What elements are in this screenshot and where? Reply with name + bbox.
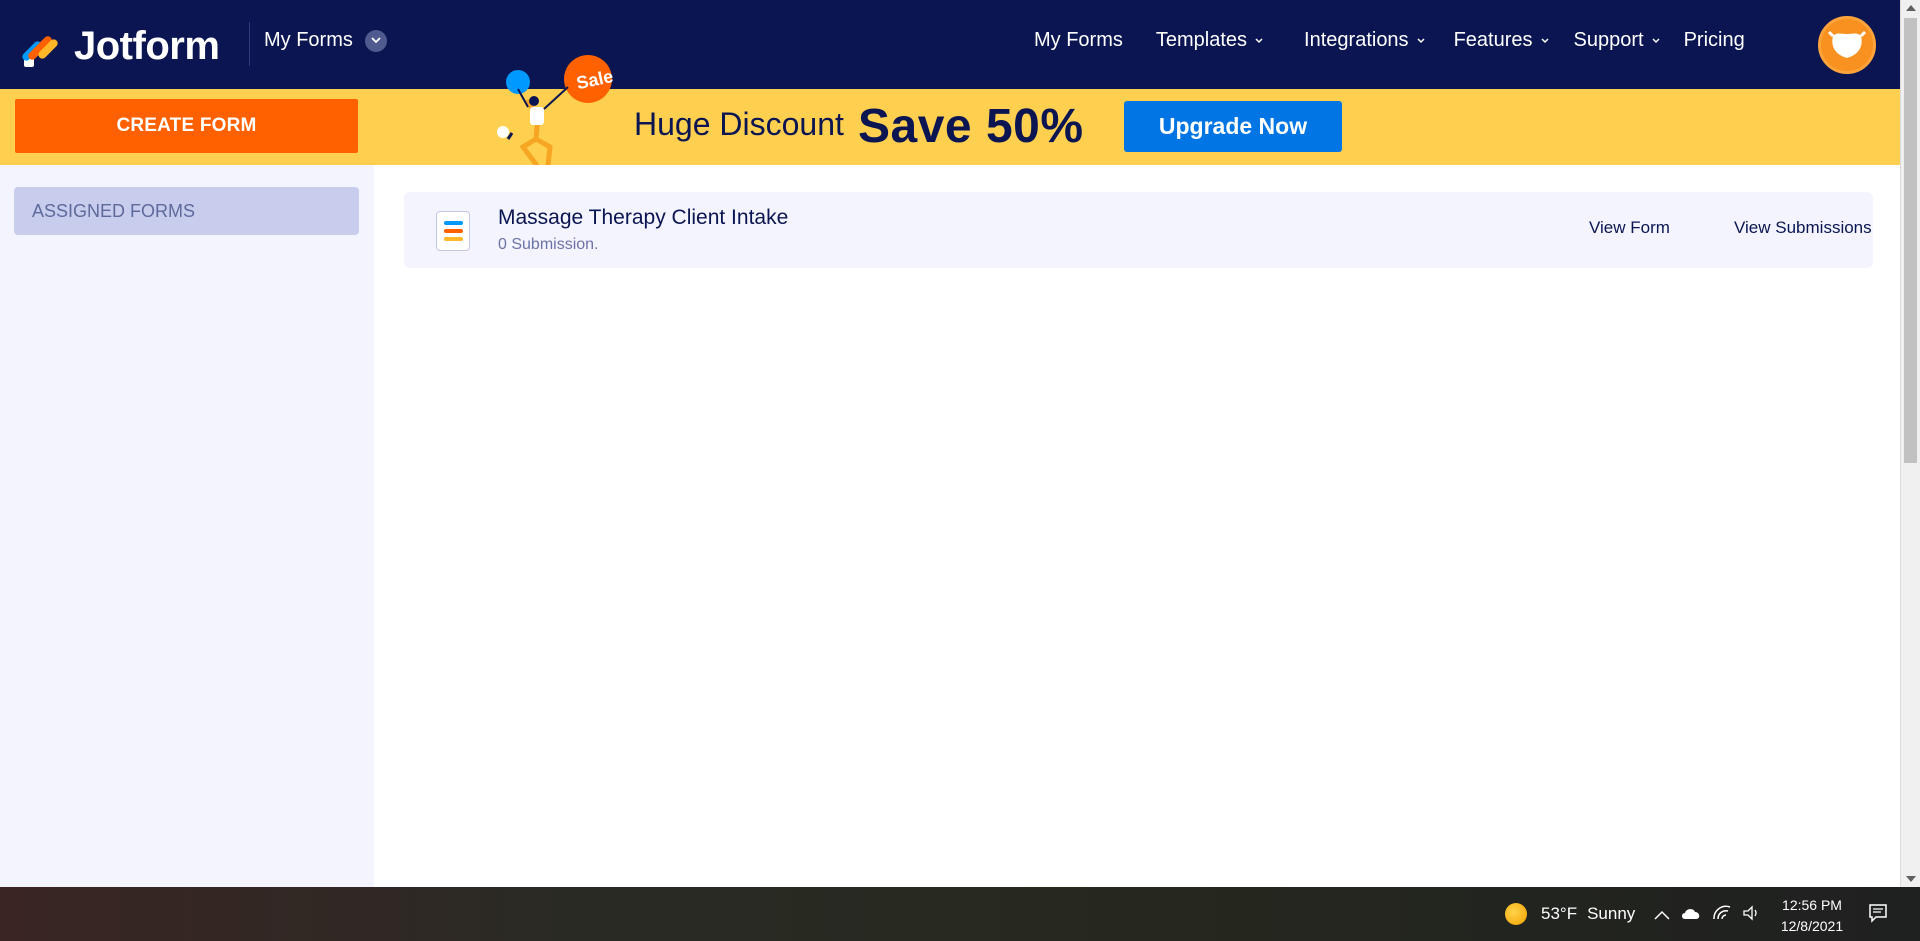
user-avatar-icon[interactable] bbox=[1818, 16, 1876, 74]
form-list-item[interactable]: Massage Therapy Client Intake 0 Submissi… bbox=[404, 192, 1873, 268]
system-tray bbox=[1654, 905, 1760, 926]
form-document-icon bbox=[436, 211, 470, 251]
chevron-down-icon bbox=[1417, 37, 1425, 43]
scroll-down-arrow-icon[interactable] bbox=[1906, 876, 1916, 882]
weather-temp: 53°F bbox=[1541, 904, 1578, 923]
nav-label: Pricing bbox=[1683, 29, 1745, 51]
my-forms-dropdown[interactable]: My Forms bbox=[264, 29, 387, 52]
jotform-logo-icon bbox=[22, 35, 58, 67]
nav-label: Templates bbox=[1155, 29, 1248, 51]
volume-icon[interactable] bbox=[1742, 905, 1760, 926]
my-forms-dropdown-label: My Forms bbox=[264, 29, 353, 51]
primary-nav: My Forms Templates Integrations Features Sup… bbox=[1034, 29, 1745, 52]
sidebar: ASSIGNED FORMS bbox=[0, 165, 374, 887]
scroll-up-arrow-icon[interactable] bbox=[1906, 5, 1916, 11]
weather-condition: Sunny bbox=[1587, 904, 1636, 923]
nav-support[interactable]: Support bbox=[1574, 29, 1660, 52]
nav-templates[interactable]: Templates bbox=[1156, 29, 1263, 52]
jotform-logo[interactable]: Jotform bbox=[22, 24, 220, 69]
nav-my-forms[interactable]: My Forms bbox=[1034, 29, 1123, 52]
taskbar: 53°F Sunny 12:56 PM 12/8/2021 bbox=[0, 887, 1920, 941]
nav-label: Integrations bbox=[1304, 29, 1409, 51]
chevron-down-icon bbox=[364, 29, 387, 52]
promo-save-text: Save 50% bbox=[858, 100, 1084, 153]
sale-illustration: Sale bbox=[497, 55, 615, 169]
view-submissions-link[interactable]: View Submissions bbox=[1734, 218, 1872, 238]
chevron-down-icon bbox=[1255, 37, 1263, 43]
cloud-icon[interactable] bbox=[1680, 906, 1702, 925]
upgrade-now-button[interactable]: Upgrade Now bbox=[1124, 101, 1342, 152]
form-submission-count: 0 Submission. bbox=[498, 236, 599, 253]
nav-divider bbox=[249, 22, 250, 66]
sun-icon bbox=[1505, 903, 1527, 925]
system-clock[interactable]: 12:56 PM 12/8/2021 bbox=[1776, 895, 1848, 937]
scroll-thumb[interactable] bbox=[1904, 18, 1917, 463]
weather-widget[interactable]: 53°F Sunny bbox=[1505, 903, 1635, 925]
nav-label: Features bbox=[1453, 29, 1533, 51]
form-list: Massage Therapy Client Intake 0 Submissi… bbox=[374, 165, 1900, 887]
form-title[interactable]: Massage Therapy Client Intake bbox=[498, 206, 788, 230]
promo-banner: CREATE FORM Sale Huge Discount Save 50% … bbox=[0, 55, 1900, 169]
clock-time: 12:56 PM bbox=[1782, 897, 1842, 913]
chevron-down-icon bbox=[1652, 37, 1660, 43]
promo-headline: Huge Discount bbox=[634, 106, 844, 142]
nav-label: My Forms bbox=[1034, 29, 1123, 51]
nav-integrations[interactable]: Integrations bbox=[1304, 29, 1425, 52]
assigned-forms-tab[interactable]: ASSIGNED FORMS bbox=[14, 187, 359, 235]
wifi-icon[interactable] bbox=[1712, 905, 1732, 926]
page-scrollbar[interactable] bbox=[1900, 0, 1920, 887]
notification-icon[interactable] bbox=[1868, 903, 1888, 928]
nav-pricing[interactable]: Pricing bbox=[1684, 29, 1745, 52]
chevron-up-icon[interactable] bbox=[1654, 907, 1670, 925]
nav-label: Support bbox=[1573, 29, 1644, 51]
logo-text: Jotform bbox=[74, 24, 220, 68]
view-form-link[interactable]: View Form bbox=[1589, 218, 1670, 238]
create-form-button[interactable]: CREATE FORM bbox=[15, 99, 358, 153]
chevron-down-icon bbox=[1540, 37, 1549, 43]
nav-features[interactable]: Features bbox=[1454, 29, 1549, 52]
top-navigation: Jotform My Forms My Forms Templates Integr… bbox=[0, 0, 1900, 89]
clock-date: 12/8/2021 bbox=[1780, 918, 1844, 934]
